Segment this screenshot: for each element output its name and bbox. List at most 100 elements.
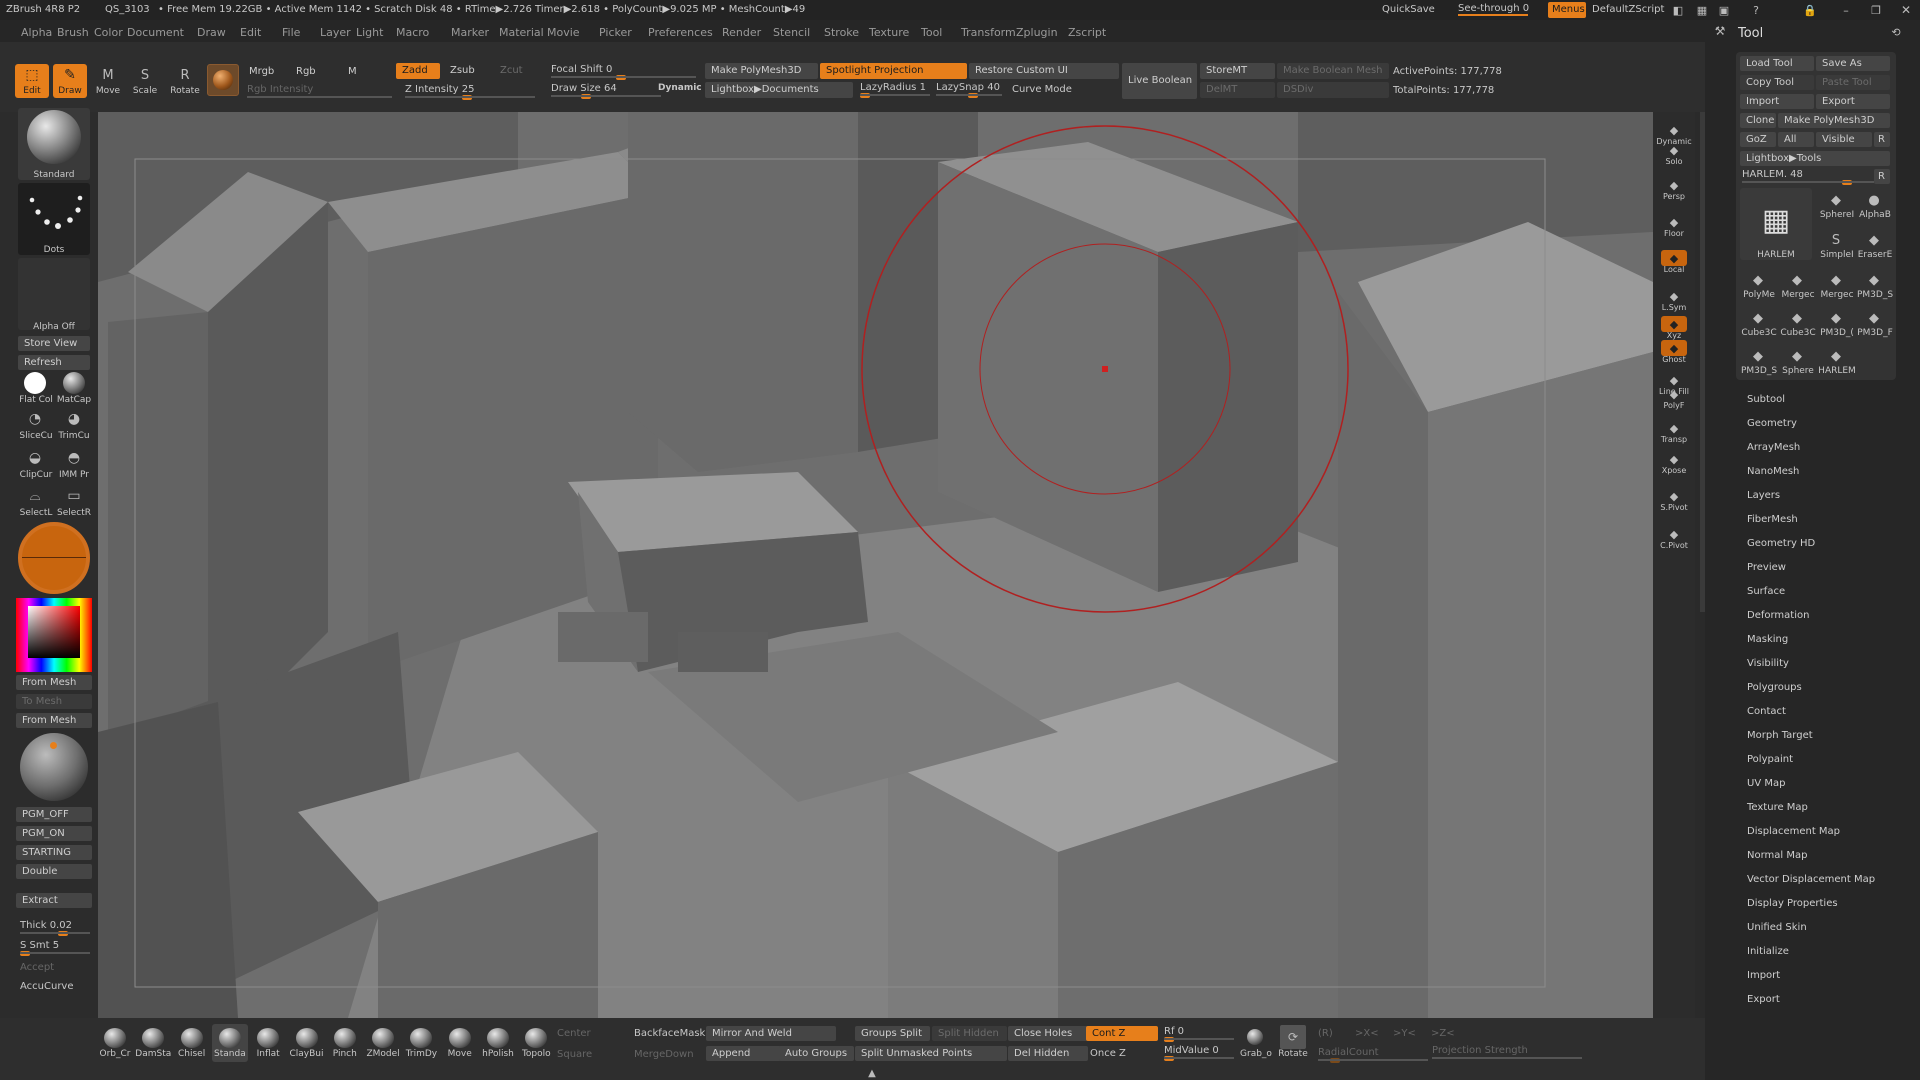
- goz-visible-button[interactable]: Visible: [1816, 132, 1872, 147]
- xyz-icon[interactable]: ◆: [1661, 316, 1687, 332]
- menu-preferences[interactable]: Preferences: [648, 26, 713, 39]
- palette-icon[interactable]: ▦: [1694, 2, 1710, 18]
- goz-r-button[interactable]: R: [1874, 132, 1890, 147]
- selectrect-icon[interactable]: ▭: [61, 485, 87, 507]
- panel-options-icon[interactable]: ⟲: [1888, 24, 1904, 40]
- menu-edit[interactable]: Edit: [240, 26, 261, 39]
- menu-brush[interactable]: Brush: [57, 26, 89, 39]
- brush-10-icon[interactable]: [487, 1028, 509, 1048]
- lightbox-documents-button[interactable]: Lightbox▶Documents: [705, 82, 853, 98]
- restore-icon[interactable]: ❐: [1868, 2, 1884, 18]
- tool-thumb-6-icon[interactable]: ◆: [1824, 270, 1848, 290]
- s-pivot-icon[interactable]: ◆: [1661, 488, 1687, 504]
- delmt-button[interactable]: DelMT: [1200, 82, 1275, 98]
- menu-picker[interactable]: Picker: [599, 26, 632, 39]
- trimcurve-icon[interactable]: ◕: [61, 408, 87, 430]
- groups-split-button[interactable]: Groups Split: [855, 1026, 930, 1041]
- tool-thumb-0-icon[interactable]: ◆: [1824, 190, 1848, 210]
- brush-0-icon[interactable]: [104, 1028, 126, 1048]
- s-smt-slider[interactable]: S Smt 5: [20, 940, 90, 956]
- menu-transform[interactable]: Transform: [961, 26, 1016, 39]
- brush-7-icon[interactable]: [372, 1028, 395, 1048]
- focal-shift-slider[interactable]: Focal Shift 0: [551, 64, 696, 80]
- tool-thumb-14-icon[interactable]: ◆: [1824, 346, 1848, 366]
- dynamic-icon[interactable]: ◆: [1661, 122, 1687, 138]
- save-as-button[interactable]: Save As: [1816, 56, 1890, 71]
- solo-icon[interactable]: ◆: [1661, 142, 1687, 158]
- mirror-weld-button[interactable]: Mirror And Weld: [706, 1026, 836, 1041]
- brush-3-icon[interactable]: [218, 1028, 241, 1048]
- tool-thumb-13-icon[interactable]: ◆: [1785, 346, 1809, 366]
- menu-movie[interactable]: Movie: [547, 26, 580, 39]
- z-intensity-slider[interactable]: Z Intensity 25: [405, 84, 535, 100]
- menu-layer[interactable]: Layer: [320, 26, 351, 39]
- selectlasso-icon[interactable]: ⌓: [22, 485, 48, 507]
- viewport[interactable]: [98, 112, 1653, 1018]
- mergedown-button[interactable]: MergeDown: [634, 1049, 694, 1060]
- pgm-off-button[interactable]: PGM_OFF: [16, 807, 92, 822]
- local-icon[interactable]: ◆: [1661, 250, 1687, 266]
- radial-r-toggle[interactable]: (R): [1318, 1028, 1333, 1039]
- imm-primitives-icon[interactable]: ◓: [61, 447, 87, 469]
- brush-2-icon[interactable]: [180, 1028, 203, 1048]
- tool-thumb-9-icon[interactable]: ◆: [1785, 308, 1809, 328]
- section-subtool[interactable]: Subtool: [1747, 394, 1785, 405]
- section-polygroups[interactable]: Polygroups: [1747, 682, 1802, 693]
- draw-size-slider[interactable]: Draw Size 64: [551, 83, 661, 99]
- lazy-snap-slider[interactable]: LazySnap 40: [936, 82, 1002, 98]
- clone-button[interactable]: Clone: [1740, 113, 1776, 128]
- section-uv-map[interactable]: UV Map: [1747, 778, 1785, 789]
- load-tool-button[interactable]: Load Tool: [1740, 56, 1814, 71]
- once-z-button[interactable]: Once Z: [1090, 1048, 1126, 1059]
- curve-mode-button[interactable]: Curve Mode: [1012, 84, 1072, 95]
- rgb-intensity-slider[interactable]: Rgb Intensity: [247, 84, 392, 98]
- quicksave-button[interactable]: QuickSave: [1382, 4, 1435, 15]
- section-import[interactable]: Import: [1747, 970, 1780, 981]
- tool-thumb-12-icon[interactable]: ◆: [1746, 346, 1770, 366]
- section-visibility[interactable]: Visibility: [1747, 658, 1789, 669]
- minimize-icon[interactable]: –: [1838, 2, 1854, 18]
- persp-icon[interactable]: ◆: [1661, 177, 1687, 193]
- live-boolean-button[interactable]: Live Boolean: [1122, 63, 1197, 99]
- section-contact[interactable]: Contact: [1747, 706, 1786, 717]
- store-view-button[interactable]: Store View: [18, 336, 90, 351]
- close-holes-button[interactable]: Close Holes: [1008, 1026, 1088, 1041]
- paste-tool-button[interactable]: Paste Tool: [1816, 75, 1890, 90]
- clipcurve-icon[interactable]: ◒: [22, 447, 48, 469]
- center-button[interactable]: Center: [557, 1028, 591, 1039]
- tool-thumb-5-icon[interactable]: ◆: [1785, 270, 1809, 290]
- flat-color-swatch[interactable]: [24, 372, 46, 394]
- section-geometry-hd[interactable]: Geometry HD: [1747, 538, 1815, 549]
- mirror-x-toggle[interactable]: >X<: [1355, 1028, 1379, 1039]
- polyf-icon[interactable]: ◆: [1661, 386, 1687, 402]
- accucurve-button[interactable]: AccuCurve: [20, 981, 74, 992]
- dynamic-toggle[interactable]: Dynamic: [658, 83, 702, 93]
- menu-light[interactable]: Light: [356, 26, 383, 39]
- slicecurve-icon[interactable]: ◔: [22, 408, 48, 430]
- menu-stencil[interactable]: Stencil: [773, 26, 810, 39]
- section-nanomesh[interactable]: NanoMesh: [1747, 466, 1799, 477]
- see-through-slider[interactable]: See-through 0: [1458, 3, 1529, 16]
- menu-material[interactable]: Material: [499, 26, 544, 39]
- menu-render[interactable]: Render: [722, 26, 761, 39]
- make-polymesh-tool-button[interactable]: Make PolyMesh3D: [1778, 113, 1890, 128]
- section-normal-map[interactable]: Normal Map: [1747, 850, 1807, 861]
- pgm-on-button[interactable]: PGM_ON: [16, 826, 92, 841]
- tool-thumb-4-icon[interactable]: ◆: [1746, 270, 1770, 290]
- restore-custom-ui-button[interactable]: Restore Custom UI: [969, 63, 1119, 79]
- zsub-button[interactable]: Zsub: [444, 63, 488, 79]
- accept-button[interactable]: Accept: [20, 962, 54, 973]
- from-mesh-button-2[interactable]: From Mesh: [16, 713, 92, 728]
- color-picker-square[interactable]: [28, 606, 80, 658]
- section-geometry[interactable]: Geometry: [1747, 418, 1797, 429]
- xpose-icon[interactable]: ◆: [1661, 451, 1687, 467]
- midvalue-slider[interactable]: MidValue 0: [1164, 1045, 1234, 1061]
- menu-texture[interactable]: Texture: [869, 26, 909, 39]
- tool-thumb-3-icon[interactable]: ◆: [1862, 230, 1886, 250]
- make-boolean-mesh-button[interactable]: Make Boolean Mesh: [1277, 63, 1389, 79]
- brush-5-icon[interactable]: [295, 1028, 318, 1048]
- matcap-ball-icon[interactable]: [63, 372, 85, 394]
- tool-thumb-1-icon[interactable]: ●: [1862, 190, 1886, 210]
- section-fibermesh[interactable]: FiberMesh: [1747, 514, 1798, 525]
- close-icon[interactable]: ✕: [1898, 2, 1914, 18]
